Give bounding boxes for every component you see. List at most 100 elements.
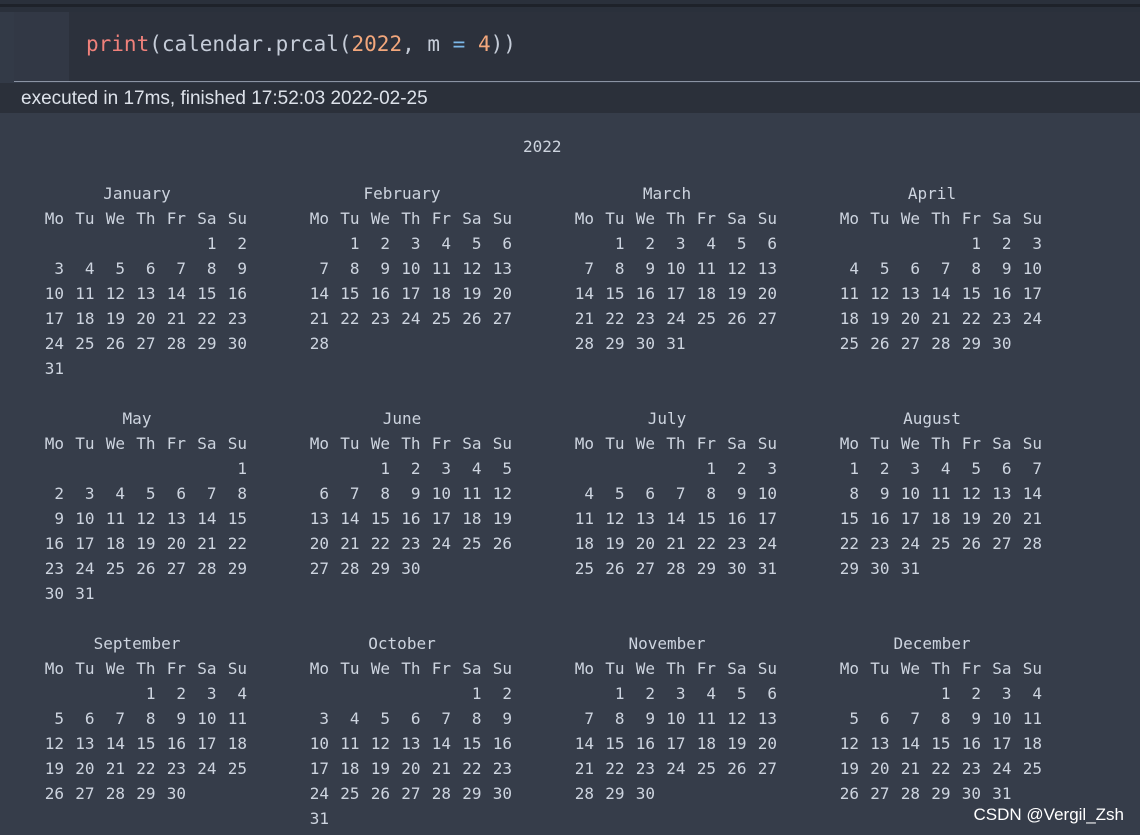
day-number: 4 [84,259,95,278]
weekday-label: Mo [44,434,64,453]
day-number: 19 [136,534,156,553]
month-january: January Mo Tu We Th Fr Sa Su 1 2 3 4 5 6 7 8 9 10 11 12 13 14… [40,184,260,384]
day-number: 7 [584,709,594,728]
weekday-label: Sa [727,209,747,228]
day-number: 16 [961,734,981,753]
day-number: 26 [605,559,625,578]
day-number: 18 [574,534,594,553]
day-number: 14 [309,284,329,303]
day-number: 24 [666,309,686,328]
day-number: 4 [441,234,451,253]
day-number: 6 [319,484,329,503]
weekday-label: We [635,434,655,453]
day-number: 22 [605,309,625,328]
day-number: 24 [431,534,451,553]
month-name: June [382,409,422,428]
day-number: 22 [462,759,482,778]
day-number: 2 [380,234,390,253]
day-number: 12 [961,484,981,503]
day-number: 5 [380,709,390,728]
weekday-label: We [635,209,655,228]
day-number: 5 [736,684,747,703]
day-number: 11 [839,284,859,303]
day-number: 3 [1001,684,1012,703]
day-number: 18 [696,734,716,753]
cell-prompt-gutter[interactable] [14,12,69,81]
weekday-label: Th [931,209,951,228]
day-number: 12 [105,284,125,303]
day-number: 28 [431,784,451,803]
day-number: 30 [727,559,747,578]
day-number: 27 [900,334,920,353]
day-number: 13 [136,284,156,303]
watermark: CSDN @Vergil_Zsh [973,805,1124,824]
day-number: 22 [227,534,247,553]
day-number: 6 [645,484,655,503]
day-number: 21 [574,759,594,778]
day-number: 21 [197,534,217,553]
day-number: 13 [166,509,186,528]
weekday-label: Mo [309,659,329,678]
day-number: 31 [757,559,777,578]
weekday-label: We [370,209,390,228]
day-number: 16 [992,284,1012,303]
code-cell-input[interactable]: print(calendar.prcal(2022, m = 4)) [14,12,1140,82]
day-number: 16 [727,509,747,528]
weekday-label: Th [666,434,686,453]
day-number: 17 [431,509,451,528]
day-number: 22 [340,309,360,328]
day-number: 23 [44,559,64,578]
day-number: 9 [54,509,64,528]
month-name: January [103,184,171,203]
day-number: 10 [1022,259,1042,278]
day-number: 24 [44,334,64,353]
day-number: 9 [1001,259,1012,278]
day-number: 26 [370,784,390,803]
day-number: 10 [401,259,421,278]
day-number: 29 [696,559,716,578]
day-number: 13 [635,509,655,528]
day-number: 18 [839,309,859,328]
code-line[interactable]: print(calendar.prcal(2022, m = 4)) [86,31,516,57]
month-name: October [368,634,436,653]
day-number: 28 [574,784,594,803]
day-number: 8 [471,709,482,728]
weekday-label: Fr [696,209,716,228]
day-number: 18 [462,509,482,528]
day-number: 19 [605,534,625,553]
weekday-label: Fr [696,434,716,453]
day-number: 1 [349,234,360,253]
day-number: 5 [879,259,890,278]
day-number: 11 [431,259,451,278]
day-number: 10 [431,484,451,503]
day-number: 27 [166,559,186,578]
day-number: 8 [940,709,951,728]
day-number: 16 [227,284,247,303]
weekday-label: Mo [574,659,594,678]
top-edge-line [0,4,1140,7]
day-number: 21 [666,534,686,553]
day-number: 6 [767,684,777,703]
weekday-label: We [900,659,920,678]
weekday-label: Su [492,209,512,228]
day-number: 3 [441,459,451,478]
day-number: 8 [614,709,625,728]
day-number: 27 [870,784,890,803]
weekday-label: Th [666,659,686,678]
day-number: 12 [727,259,747,278]
day-number: 2 [176,684,186,703]
day-number: 31 [900,559,920,578]
day-number: 6 [410,709,421,728]
day-number: 3 [410,234,421,253]
day-number: 19 [492,509,512,528]
day-number: 31 [75,584,95,603]
weekday-label: Su [227,434,247,453]
weekday-label: Mo [309,434,329,453]
weekday-label: We [635,659,655,678]
weekday-label: Fr [961,209,981,228]
day-number: 17 [401,284,421,303]
day-number: 21 [166,309,186,328]
day-number: 10 [44,284,64,303]
weekday-label: Su [757,209,777,228]
day-number: 7 [115,709,125,728]
